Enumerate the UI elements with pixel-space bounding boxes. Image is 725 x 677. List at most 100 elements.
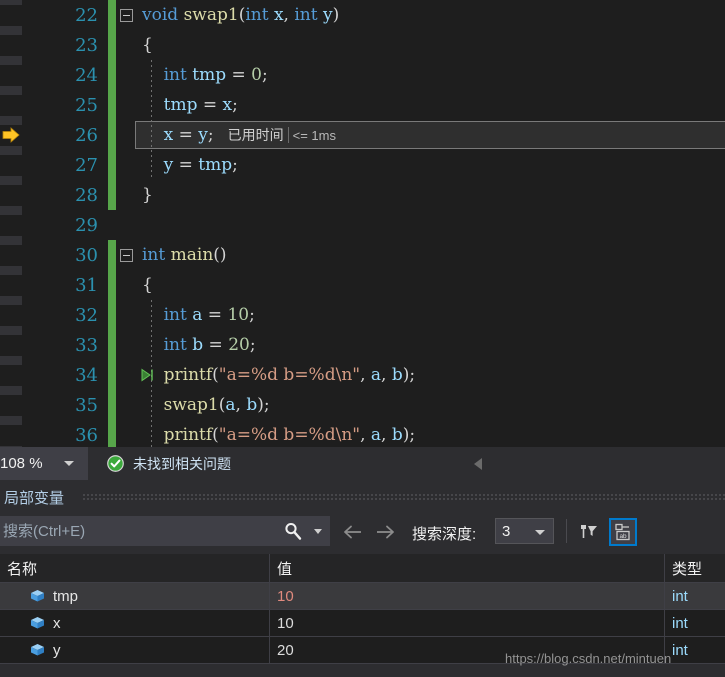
change-marker — [108, 30, 116, 60]
cell-variable-value[interactable]: 10 — [270, 583, 665, 609]
change-marker — [108, 270, 116, 300]
code-text[interactable]: { — [136, 35, 153, 55]
column-header-value[interactable]: 值 — [270, 554, 665, 582]
panel-drag-handle[interactable] — [82, 493, 725, 501]
code-line[interactable]: 33 int b = 20; — [0, 330, 725, 360]
code-token: x — [222, 95, 233, 115]
fold-collapse-icon[interactable] — [119, 8, 133, 22]
code-token: y — [322, 5, 333, 25]
code-line[interactable]: 36 printf("a=%d b=%d\n", a, b); — [0, 420, 725, 447]
code-token: int — [163, 65, 187, 85]
search-depth-value: 3 — [502, 522, 511, 540]
code-editor[interactable]: 22 void swap1(int x, int y) 23 {24 int tmp … — [0, 0, 725, 447]
cell-variable-name[interactable]: tmp — [0, 583, 270, 609]
code-line[interactable]: 30 int main() — [0, 240, 725, 270]
search-depth-select[interactable]: 3 — [495, 518, 554, 544]
chevron-down-icon[interactable] — [535, 530, 545, 535]
code-token: tmp — [192, 65, 227, 85]
table-row[interactable]: x 10 int — [0, 610, 725, 637]
code-line[interactable]: 35 swap1(a, b); — [0, 390, 725, 420]
code-text[interactable]: int b = 20; — [136, 335, 256, 355]
code-token: = — [173, 125, 199, 145]
code-text[interactable]: x = y; 已用时间 <= 1ms — [136, 125, 336, 145]
line-number: 24 — [0, 64, 108, 86]
code-text[interactable]: int a = 10; — [136, 305, 255, 325]
code-line[interactable]: 26 x = y; 已用时间 <= 1ms — [0, 120, 725, 150]
code-token: int — [142, 245, 166, 265]
variable-name-text: x — [53, 614, 61, 632]
locals-panel-header[interactable]: 局部变量 — [0, 480, 725, 514]
code-token: } — [142, 185, 153, 205]
code-line[interactable]: 24 int tmp = 0; — [0, 60, 725, 90]
elapsed-time-annotation[interactable]: 已用时间 <= 1ms — [227, 127, 336, 143]
fold-region-marker[interactable] — [116, 248, 136, 262]
code-token: , — [283, 5, 295, 25]
table-row[interactable]: tmp 10 int — [0, 583, 725, 610]
search-icon[interactable] — [283, 521, 303, 541]
fold-region-marker[interactable] — [116, 8, 136, 22]
ab-tab-icon: ab — [615, 523, 630, 540]
code-line[interactable]: 22 void swap1(int x, int y) — [0, 0, 725, 30]
change-marker — [108, 90, 116, 120]
code-line[interactable]: 23 { — [0, 30, 725, 60]
code-text[interactable]: printf("a=%d b=%d\n", a, b); — [136, 365, 416, 385]
change-marker — [108, 120, 116, 150]
code-line[interactable]: 28} — [0, 180, 725, 210]
cell-variable-value[interactable]: 20 — [270, 637, 665, 663]
line-number: 25 — [0, 94, 108, 116]
code-token: swap1 — [183, 5, 239, 25]
search-depth-label: 搜索深度: — [412, 526, 477, 543]
code-line[interactable]: 27 y = tmp; — [0, 150, 725, 180]
code-token: = — [173, 155, 199, 175]
search-options-chevron-down-icon[interactable] — [314, 529, 322, 534]
issue-status-area[interactable]: 未找到相关问题 — [89, 447, 725, 480]
run-to-cursor-icon[interactable] — [139, 367, 155, 383]
cell-variable-name[interactable]: y — [0, 637, 270, 663]
code-line[interactable]: 25 tmp = x; — [0, 90, 725, 120]
code-token: ; — [207, 125, 214, 145]
code-text[interactable]: { — [136, 275, 153, 295]
toolbar-separator — [566, 519, 567, 543]
column-header-type[interactable]: 类型 — [665, 554, 725, 582]
search-box[interactable] — [0, 516, 330, 546]
code-token: b — [246, 395, 258, 415]
table-row[interactable]: y 20 int — [0, 637, 725, 664]
code-token: int — [294, 5, 318, 25]
code-text[interactable]: } — [136, 185, 153, 205]
column-header-name[interactable]: 名称 — [0, 554, 270, 582]
code-token: tmp — [163, 95, 198, 115]
cell-variable-value[interactable]: 10 — [270, 610, 665, 636]
code-line[interactable]: 32 int a = 10; — [0, 300, 725, 330]
indent-guide — [151, 90, 152, 120]
fold-collapse-icon[interactable] — [119, 248, 133, 262]
code-text[interactable]: int main() — [136, 245, 227, 265]
cell-variable-name[interactable]: x — [0, 610, 270, 636]
execution-pointer-arrow-icon — [2, 127, 20, 143]
code-line[interactable]: 31 { — [0, 270, 725, 300]
search-input[interactable] — [0, 517, 270, 545]
zoom-level-selector[interactable]: 108 % — [0, 447, 88, 480]
code-text[interactable]: void swap1(int x, int y) — [136, 5, 339, 25]
variable-cube-icon — [31, 590, 44, 602]
code-token: , — [235, 395, 247, 415]
collapse-left-icon[interactable] — [474, 458, 482, 470]
locals-panel: 局部变量 搜索深度: 3 — [0, 480, 725, 677]
pin-filter-button[interactable] — [575, 518, 603, 546]
code-token: ); — [257, 395, 270, 415]
arrow-left-icon[interactable] — [342, 522, 364, 542]
code-token: void — [142, 5, 179, 25]
editor-status-bar: 108 % 未找到相关问题 — [0, 447, 725, 480]
chevron-down-icon[interactable] — [64, 461, 74, 466]
line-number: 23 — [0, 34, 108, 56]
string-view-button[interactable]: ab — [609, 518, 637, 546]
change-marker — [108, 330, 116, 360]
code-line[interactable]: 29 — [0, 210, 725, 240]
code-text[interactable]: swap1(a, b); — [136, 395, 270, 415]
code-text[interactable]: printf("a=%d b=%d\n", a, b); — [136, 425, 416, 445]
arrow-right-icon[interactable] — [374, 522, 396, 542]
code-line[interactable]: 34 printf("a=%d b=%d\n", a, b); — [0, 360, 725, 390]
code-text[interactable]: int tmp = 0; — [136, 65, 268, 85]
